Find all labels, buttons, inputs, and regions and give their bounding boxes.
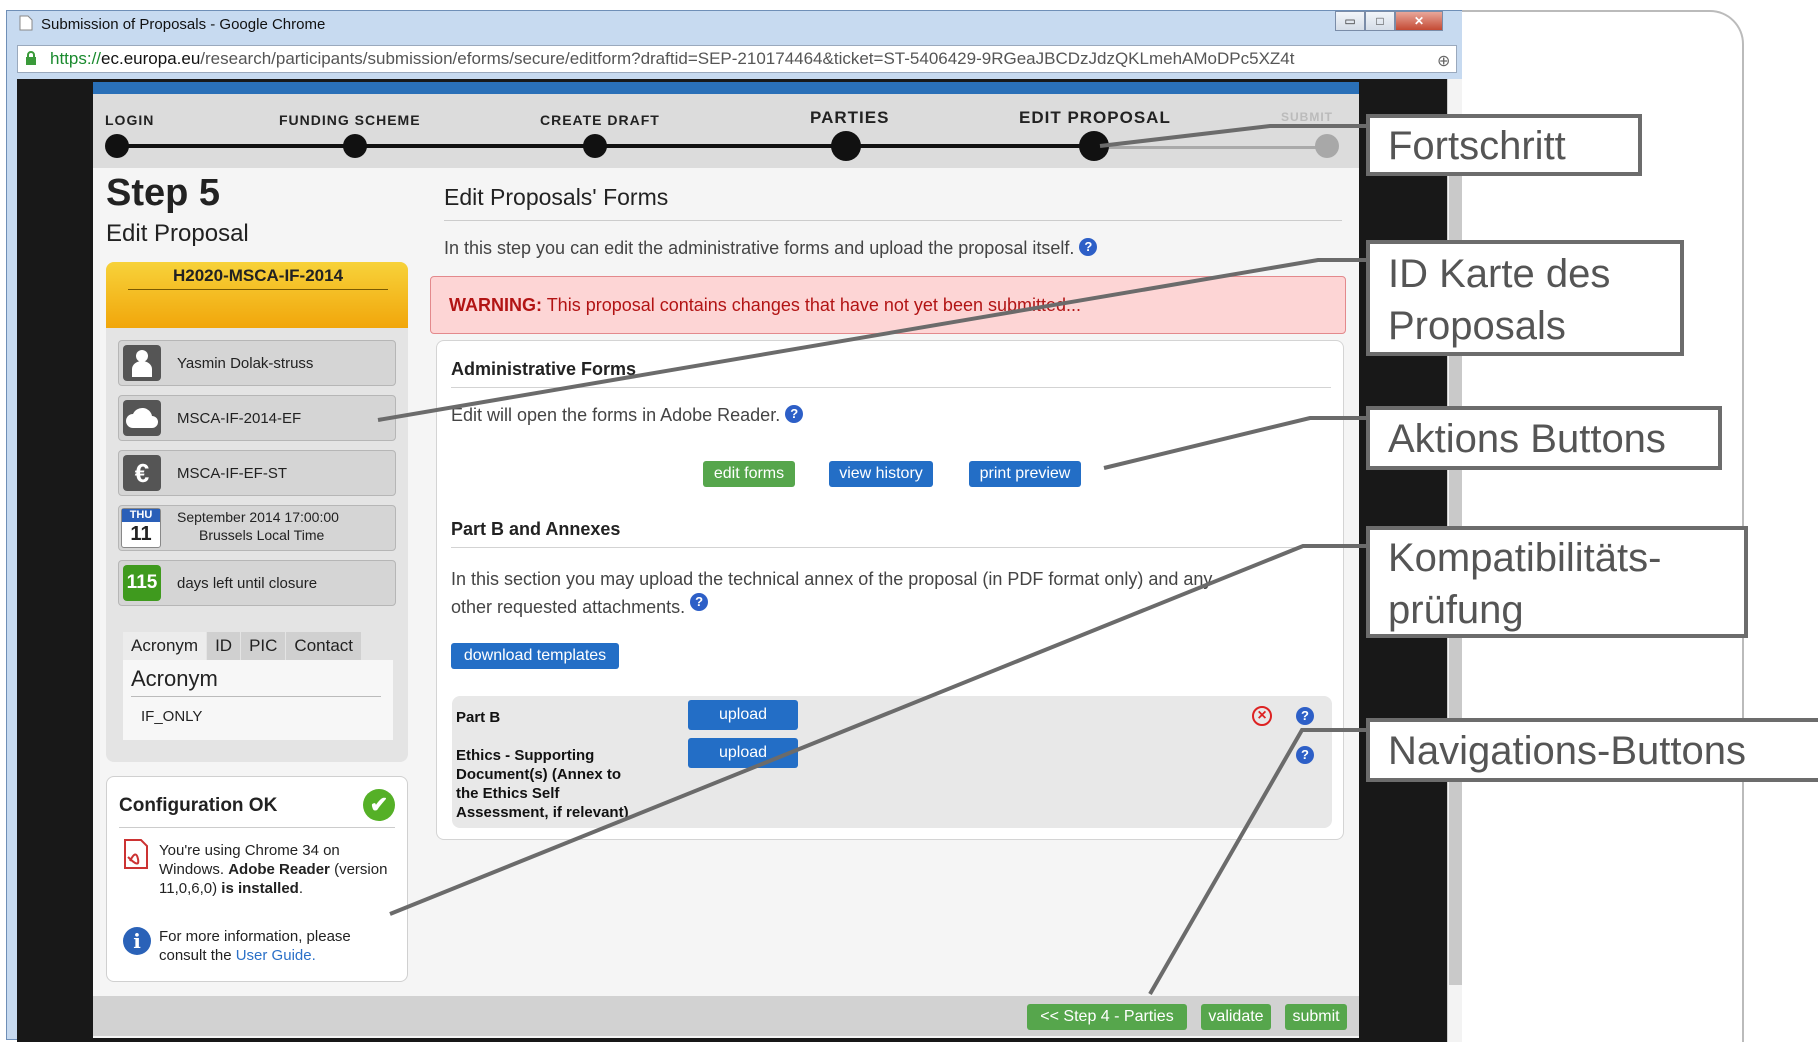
leader-actions: [1103, 416, 1366, 470]
callout-compat-line: Kompatibilitäts-: [1388, 536, 1662, 580]
callout-compat: Kompatibilitäts- prüfung: [1366, 526, 1748, 638]
callout-idcard: ID Karte des Proposals: [1366, 240, 1684, 356]
leader-compat: [389, 544, 1366, 916]
callout-nav: Navigations-Buttons: [1366, 718, 1818, 782]
callout-compat-line: prüfung: [1388, 588, 1524, 632]
callout-idcard-line: Proposals: [1388, 304, 1566, 348]
callout-actions: Aktions Buttons: [1366, 406, 1722, 470]
leader-nav: [1148, 728, 1366, 995]
callout-progress: Fortschritt: [1366, 114, 1642, 176]
leader-idcard: [377, 258, 1366, 422]
leader-progress: [1099, 124, 1366, 148]
callout-idcard-line: ID Karte des: [1388, 252, 1611, 296]
